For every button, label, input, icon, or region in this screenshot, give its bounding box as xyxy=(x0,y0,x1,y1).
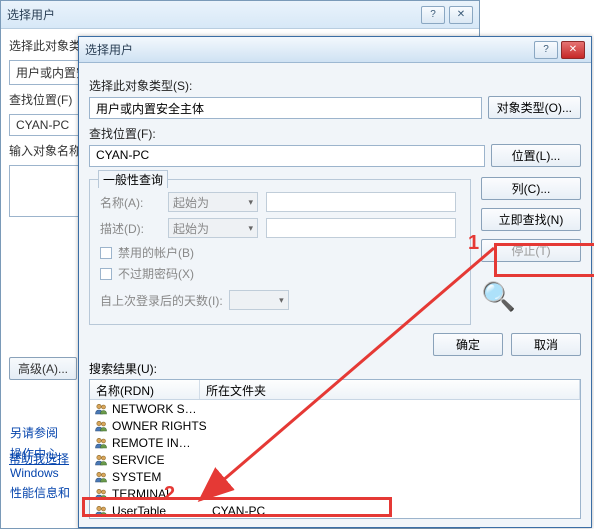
location-label: 查找位置(F): xyxy=(89,125,581,142)
find-now-button[interactable]: 立即查找(N) xyxy=(481,208,581,231)
nonexpiring-pwd-checkbox[interactable] xyxy=(100,268,112,280)
front-titlebar: 选择用户 ? ✕ xyxy=(79,37,591,63)
user-group-icon xyxy=(94,453,108,467)
group-title: 一般性查询 xyxy=(98,170,168,188)
object-type-label: 选择此对象类型(S): xyxy=(89,77,581,94)
front-title-text: 选择用户 xyxy=(85,41,534,58)
name-input[interactable] xyxy=(266,192,456,212)
select-user-dialog: 选择用户 ? ✕ 选择此对象类型(S): 用户或内置安全主体 对象类型(O)..… xyxy=(78,36,592,528)
common-queries-group: 一般性查询 名称(A): 起始为▾ 描述(D): 起始为▾ 禁用的帐户(B) 不… xyxy=(89,179,471,325)
help-icon[interactable]: ? xyxy=(534,41,558,59)
result-row[interactable]: NETWORK S… xyxy=(90,400,580,417)
nonexpiring-pwd-label: 不过期密码(X) xyxy=(118,265,194,282)
user-group-icon xyxy=(94,419,108,433)
result-name: REMOTE IN… xyxy=(112,436,208,450)
back-title-text: 选择用户 xyxy=(7,6,421,23)
chevron-down-icon: ▾ xyxy=(248,197,253,208)
left-panel-links: 另请参阅 操作中心 Windows 性能信息和 xyxy=(10,420,70,505)
chevron-down-icon: ▾ xyxy=(279,295,284,306)
ok-button[interactable]: 确定 xyxy=(433,333,503,356)
days-combo[interactable]: ▾ xyxy=(229,290,289,310)
user-group-icon xyxy=(94,470,108,484)
search-results-label: 搜索结果(U): xyxy=(89,360,581,377)
see-also-link[interactable]: 另请参阅 xyxy=(10,424,70,441)
result-row[interactable]: OWNER RIGHTS xyxy=(90,417,580,434)
user-group-icon xyxy=(94,436,108,450)
annotation-label-1: 1 xyxy=(468,232,479,255)
columns-button[interactable]: 列(C)... xyxy=(481,177,581,200)
name-label: 名称(A): xyxy=(100,194,160,211)
windows-link[interactable]: Windows xyxy=(10,466,70,480)
col-header-folder[interactable]: 所在文件夹 xyxy=(200,380,580,399)
desc-match-combo[interactable]: 起始为▾ xyxy=(168,218,258,238)
annotation-label-2: 2 xyxy=(164,483,175,506)
close-icon[interactable]: ✕ xyxy=(561,41,585,59)
result-name: NETWORK S… xyxy=(112,402,208,416)
col-header-name[interactable]: 名称(RDN) xyxy=(90,380,200,399)
user-group-icon xyxy=(94,402,108,416)
object-type-field[interactable]: 用户或内置安全主体 xyxy=(89,97,482,119)
result-row[interactable]: SERVICE xyxy=(90,451,580,468)
advanced-button[interactable]: 高级(A)... xyxy=(9,357,77,380)
action-center-link[interactable]: 操作中心 xyxy=(10,445,70,462)
magnifier-icon: 🔍 xyxy=(481,280,581,313)
back-titlebar: 选择用户 ? ✕ xyxy=(1,1,479,29)
result-name: SYSTEM xyxy=(112,470,208,484)
desc-input[interactable] xyxy=(266,218,456,238)
close-icon[interactable]: ✕ xyxy=(449,6,473,24)
annotation-box-usertable xyxy=(82,497,392,517)
object-types-button[interactable]: 对象类型(O)... xyxy=(488,96,581,119)
result-name: OWNER RIGHTS xyxy=(112,419,208,433)
name-match-combo[interactable]: 起始为▾ xyxy=(168,192,258,212)
annotation-box-find xyxy=(494,243,594,277)
help-icon[interactable]: ? xyxy=(421,6,445,24)
cancel-button[interactable]: 取消 xyxy=(511,333,581,356)
chevron-down-icon: ▾ xyxy=(248,223,253,234)
disabled-accounts-label: 禁用的帐户(B) xyxy=(118,244,194,261)
days-since-login-label: 自上次登录后的天数(I): xyxy=(100,292,223,309)
result-name: SERVICE xyxy=(112,453,208,467)
disabled-accounts-checkbox[interactable] xyxy=(100,247,112,259)
result-row[interactable]: REMOTE IN… xyxy=(90,434,580,451)
location-field[interactable]: CYAN-PC xyxy=(89,145,485,167)
locations-button[interactable]: 位置(L)... xyxy=(491,144,581,167)
results-header: 名称(RDN) 所在文件夹 xyxy=(90,380,580,400)
desc-label: 描述(D): xyxy=(100,220,160,237)
perf-link[interactable]: 性能信息和 xyxy=(10,484,70,501)
